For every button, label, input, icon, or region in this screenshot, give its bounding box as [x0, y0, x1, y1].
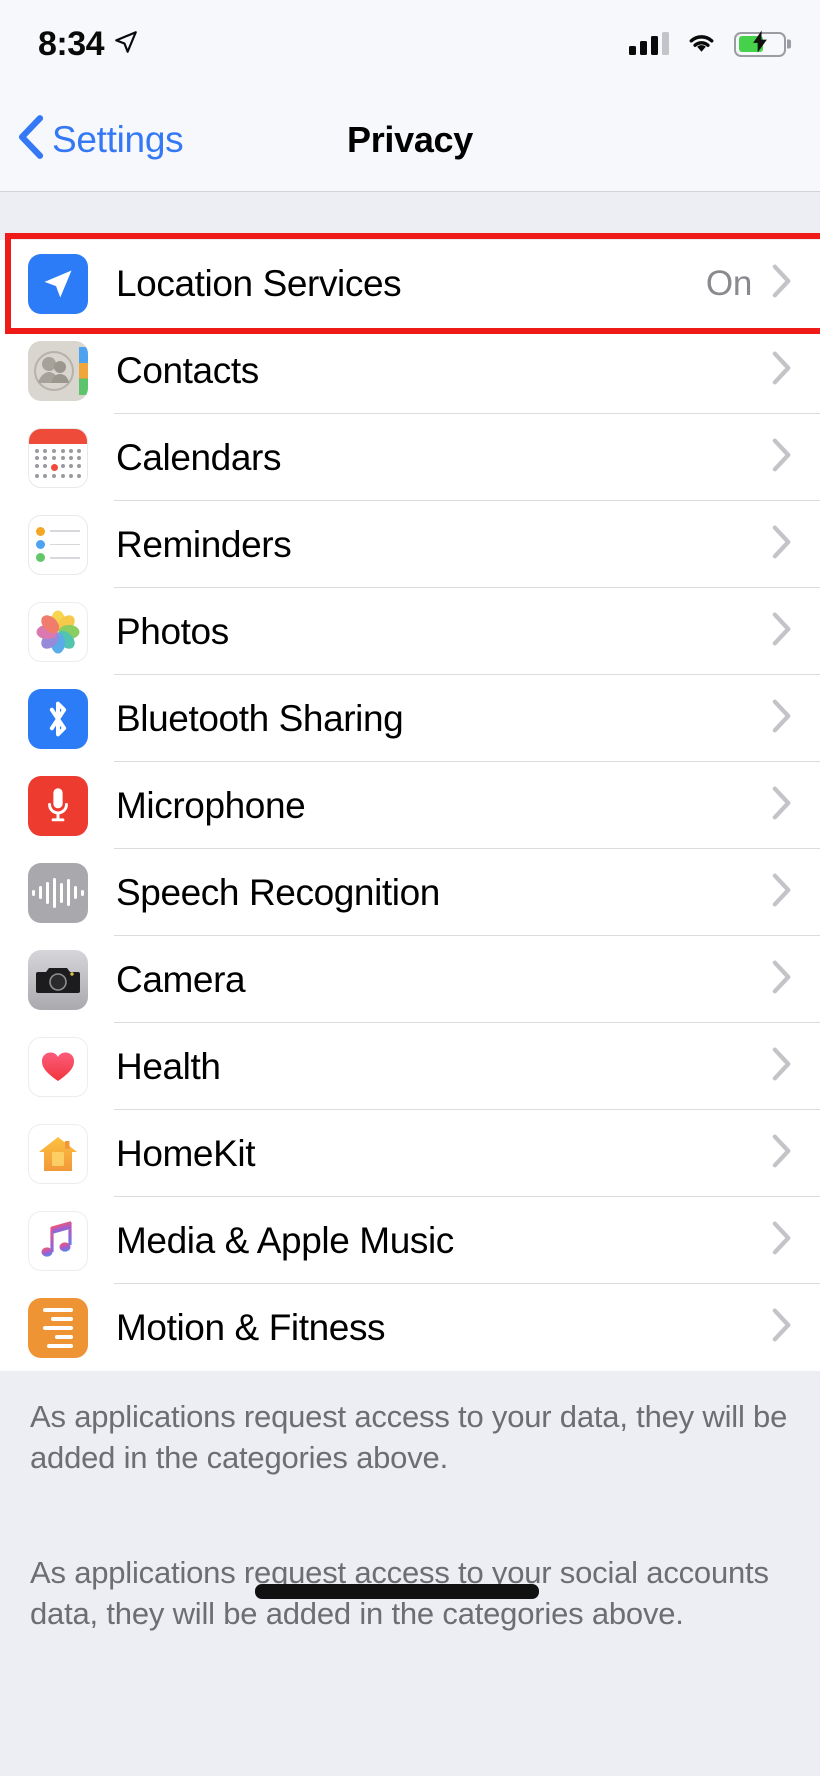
list-item-label: Motion & Fitness: [116, 1306, 386, 1348]
list-item-label: Calendars: [116, 436, 282, 478]
chevron-right-icon: [772, 438, 792, 477]
heart-icon: [28, 1036, 88, 1097]
list-item-label: Bluetooth Sharing: [116, 697, 404, 739]
footer-paragraph-1: As applications request access to your d…: [30, 1399, 788, 1475]
music-note-icon: [28, 1210, 88, 1271]
list-item-health[interactable]: Health: [0, 1023, 820, 1110]
location-arrow-icon: [113, 29, 139, 60]
list-item-media-apple-music[interactable]: Media & Apple Music: [0, 1197, 820, 1284]
status-bar-clock: 8:34: [38, 24, 105, 63]
wifi-icon: [685, 30, 718, 59]
iphone-screen: 8:34 Settings Privacy Location Services …: [0, 0, 820, 1776]
status-bar-right: [629, 30, 786, 59]
cellular-bars-icon: [629, 32, 669, 55]
bluetooth-icon: [28, 688, 88, 749]
camera-icon: [28, 949, 88, 1010]
chevron-right-icon: [772, 1308, 792, 1347]
chevron-right-icon: [772, 351, 792, 390]
chevron-right-icon: [772, 525, 792, 564]
chevron-right-icon: [772, 1134, 792, 1173]
chevron-right-icon: [772, 1047, 792, 1086]
list-item-label: Contacts: [116, 349, 259, 391]
reminders-icon: [28, 514, 88, 575]
list-item-label: Camera: [116, 958, 246, 1000]
highlight-wrapper: Location Services On: [0, 233, 820, 334]
list-item-label: HomeKit: [116, 1132, 256, 1174]
list-item-reminders[interactable]: Reminders: [0, 501, 820, 588]
footer-section: As applications request access to your d…: [0, 1371, 820, 1635]
house-icon: [28, 1123, 88, 1184]
privacy-list: Location Services On Contacts Calendars …: [0, 233, 820, 1371]
status-bar: 8:34: [0, 0, 820, 88]
motion-lines-icon: [28, 1297, 88, 1358]
list-item-motion-fitness[interactable]: Motion & Fitness: [0, 1284, 820, 1371]
list-item-bluetooth-sharing[interactable]: Bluetooth Sharing: [0, 675, 820, 762]
list-item-location-services[interactable]: Location Services On: [0, 240, 820, 327]
list-item-calendars[interactable]: Calendars: [0, 414, 820, 501]
list-item-homekit[interactable]: HomeKit: [0, 1110, 820, 1197]
chevron-right-icon: [772, 612, 792, 651]
list-item-microphone[interactable]: Microphone: [0, 762, 820, 849]
list-item-camera[interactable]: Camera: [0, 936, 820, 1023]
speech-waveform-icon: [28, 862, 88, 923]
contacts-icon: [28, 340, 88, 401]
list-item-label: Speech Recognition: [116, 871, 440, 913]
back-button[interactable]: Settings: [0, 115, 184, 164]
list-item-label: Photos: [116, 610, 229, 652]
navigation-bar: Settings Privacy: [0, 88, 820, 192]
chevron-left-icon: [18, 115, 44, 164]
list-item-photos[interactable]: Photos: [0, 588, 820, 675]
photos-icon: [28, 601, 88, 662]
section-gap: [0, 192, 820, 240]
chevron-right-icon: [772, 1221, 792, 1260]
list-item-label: Health: [116, 1045, 221, 1087]
chevron-right-icon: [772, 960, 792, 999]
list-item-label: Media & Apple Music: [116, 1219, 454, 1261]
list-item-speech-recognition[interactable]: Speech Recognition: [0, 849, 820, 936]
list-item-contacts[interactable]: Contacts: [0, 327, 820, 414]
back-button-label: Settings: [52, 118, 184, 160]
list-item-label: Reminders: [116, 523, 292, 565]
location-arrow-icon: [28, 253, 88, 314]
status-bar-left: 8:34: [38, 25, 139, 64]
chevron-right-icon: [772, 873, 792, 912]
list-item-value: On: [705, 263, 752, 303]
battery-charging-icon: [734, 30, 786, 57]
microphone-icon: [28, 775, 88, 836]
chevron-right-icon: [772, 786, 792, 825]
chevron-right-icon: [772, 264, 792, 303]
redaction-bar: [255, 1584, 539, 1599]
list-item-label: Location Services: [116, 262, 402, 304]
list-item-label: Microphone: [116, 784, 306, 826]
chevron-right-icon: [772, 699, 792, 738]
calendar-icon: [28, 427, 88, 488]
